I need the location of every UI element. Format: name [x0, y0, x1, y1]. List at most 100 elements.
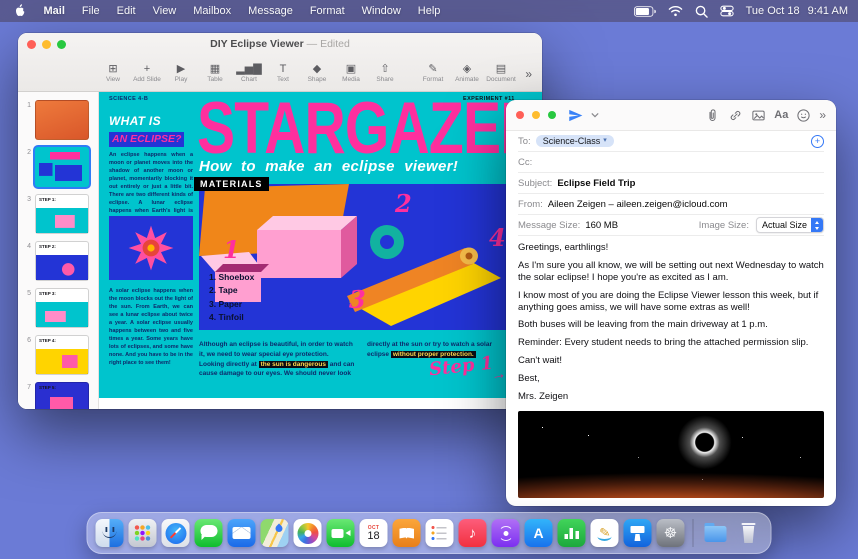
- dock-icon-maps[interactable]: [260, 519, 289, 547]
- keynote-tool-table[interactable]: ▦ Table: [198, 63, 232, 83]
- dock-icon-settings[interactable]: [656, 519, 685, 547]
- slide-thumbnail[interactable]: STEP 3:: [35, 288, 89, 328]
- slide-thumb-6[interactable]: 6 STEP 4:: [18, 335, 92, 375]
- dock-icon-trash[interactable]: [735, 519, 763, 547]
- menu-item[interactable]: File: [73, 5, 108, 17]
- dock-icon-numbers[interactable]: [557, 519, 586, 547]
- dock-icon-launchpad[interactable]: [128, 519, 157, 547]
- dock-icon-podcasts[interactable]: [491, 519, 520, 547]
- slide-thumbnail[interactable]: STEP 4:: [35, 335, 89, 375]
- control-center-icon[interactable]: [719, 4, 734, 18]
- keynote-tool-document[interactable]: ▤ Document: [484, 63, 518, 83]
- keynote-tool-media[interactable]: ▣ Media: [334, 63, 368, 83]
- slide-thumbnail[interactable]: STEP 5:: [35, 382, 89, 409]
- slide-thumb-3[interactable]: 3 STEP 1:: [18, 194, 92, 234]
- emoji-icon[interactable]: [796, 108, 811, 123]
- slide-thumbnail[interactable]: [35, 147, 89, 187]
- dock-icon-freeform[interactable]: [590, 519, 619, 547]
- slide-thumb-5[interactable]: 5 STEP 3:: [18, 288, 92, 328]
- keynote-tool-add-slide[interactable]: + Add Slide: [130, 63, 164, 83]
- image-size-popup[interactable]: Actual Size: [755, 217, 824, 233]
- toolbar-button-icon: ⊞: [108, 63, 118, 75]
- toolbar-button-label: Media: [342, 76, 360, 83]
- menu-bar-date[interactable]: Tue Oct 18: [746, 5, 800, 17]
- keynote-window: DIY Eclipse Viewer — Edited ⊞ View + Add…: [18, 33, 542, 409]
- message-body-area[interactable]: Greetings, earthlings! As I'm sure you al…: [506, 236, 836, 506]
- keynote-tool-format[interactable]: ✎ Format: [416, 63, 450, 83]
- document-title: DIY Eclipse Viewer: [210, 38, 304, 50]
- fullscreen-button[interactable]: [548, 111, 556, 119]
- dock-icon-safari[interactable]: [161, 519, 190, 547]
- slide-thumbnail[interactable]: STEP 1:: [35, 194, 89, 234]
- menu-item[interactable]: Mailbox: [185, 5, 240, 17]
- toolbar-overflow-chevron-icon[interactable]: »: [521, 65, 536, 83]
- dock-icon-books[interactable]: [392, 519, 421, 547]
- mail-toolbar: Aa »: [506, 100, 836, 131]
- dock-icon-calendar[interactable]: OCT 18: [359, 519, 388, 547]
- dock-icon-messages[interactable]: [194, 519, 223, 547]
- wifi-icon[interactable]: [668, 5, 683, 17]
- toolbar-button-icon: ▶: [176, 63, 186, 75]
- keynote-titlebar[interactable]: DIY Eclipse Viewer — Edited: [18, 33, 542, 55]
- dock-icon-reminders[interactable]: [425, 519, 454, 547]
- format-text-icon[interactable]: Aa: [774, 109, 788, 121]
- dock-icon-photos[interactable]: [293, 519, 322, 547]
- keynote-tool-chart[interactable]: ▂▅▇ Chart: [232, 63, 266, 83]
- send-options-chevron-icon[interactable]: [591, 112, 599, 118]
- fullscreen-button[interactable]: [57, 39, 66, 49]
- keynote-tool-animate[interactable]: ◈ Animate: [450, 63, 484, 83]
- recipient-pill[interactable]: Science-Class: [535, 134, 614, 148]
- dock-folders: [702, 519, 763, 547]
- keynote-tool-share[interactable]: ⇧ Share: [368, 63, 402, 83]
- from-field[interactable]: From: Aileen Zeigen – aileen.zeigen@iclo…: [518, 194, 824, 215]
- add-recipient-icon[interactable]: [811, 134, 824, 148]
- send-button[interactable]: [568, 108, 583, 123]
- close-button[interactable]: [27, 39, 36, 49]
- slide-thumb-7[interactable]: 7 STEP 5:: [18, 382, 92, 409]
- menu-item[interactable]: Help: [409, 5, 449, 17]
- keynote-tool-shape[interactable]: ◆ Shape: [300, 63, 334, 83]
- menu-item[interactable]: View: [144, 5, 185, 17]
- dock-icon-finder[interactable]: [95, 519, 124, 547]
- link-icon[interactable]: [728, 108, 743, 123]
- menu-bar-clock[interactable]: 9:41 AM: [808, 5, 848, 17]
- menu-item[interactable]: Edit: [108, 5, 144, 17]
- slide-thumb-1[interactable]: 1: [18, 100, 92, 140]
- toolbar-overflow-chevron-icon[interactable]: »: [819, 108, 826, 122]
- attach-icon[interactable]: [705, 108, 720, 123]
- battery-icon[interactable]: [633, 5, 656, 17]
- menu-item[interactable]: Window: [353, 5, 409, 17]
- dock-icon-music[interactable]: [458, 519, 487, 547]
- subject-field[interactable]: Subject: Eclipse Field Trip: [518, 173, 824, 194]
- slide-thumbnail[interactable]: STEP 2:: [35, 241, 89, 281]
- menu-item[interactable]: Message: [240, 5, 302, 17]
- dock-icon-facetime[interactable]: [326, 519, 355, 547]
- dock-icon-downloads[interactable]: [702, 519, 730, 547]
- spotlight-icon[interactable]: [695, 5, 708, 18]
- insert-photo-icon[interactable]: [751, 108, 766, 123]
- slide-thumb-2[interactable]: 2: [18, 147, 92, 187]
- message-size-row: Message Size: 160 MB Image Size: Actual …: [518, 215, 824, 236]
- poster-highlight-1: the sun is dangerous: [258, 360, 328, 368]
- materials-list-item: 3. Paper: [209, 298, 243, 309]
- dock-icon-mail[interactable]: [227, 519, 256, 547]
- to-field[interactable]: To: Science-Class: [518, 131, 824, 152]
- keynote-tool-view[interactable]: ⊞ View: [96, 63, 130, 83]
- dock-icon-app-store[interactable]: [524, 519, 553, 547]
- apple-menu[interactable]: [10, 4, 35, 18]
- keynote-tool-text[interactable]: T Text: [266, 63, 300, 83]
- menu-item[interactable]: Format: [301, 5, 353, 17]
- slide-thumb-4[interactable]: 4 STEP 2:: [18, 241, 92, 281]
- slide-canvas[interactable]: SCIENCE 4-B EXPERIMENT #11 STARGAZER How…: [99, 92, 542, 409]
- message-body[interactable]: Greetings, earthlings! As I'm sure you al…: [506, 236, 836, 409]
- keynote-tool-play[interactable]: ▶ Play: [164, 63, 198, 83]
- from-label: From:: [518, 198, 543, 210]
- eclipse-photo-attachment[interactable]: [518, 410, 824, 498]
- slide-thumbnail[interactable]: [35, 100, 89, 140]
- menu-item[interactable]: Mail: [35, 5, 73, 17]
- dock-icon-keynote[interactable]: [623, 519, 652, 547]
- minimize-button[interactable]: [532, 111, 540, 119]
- minimize-button[interactable]: [42, 39, 51, 49]
- cc-field[interactable]: Cc:: [518, 152, 824, 173]
- close-button[interactable]: [516, 111, 524, 119]
